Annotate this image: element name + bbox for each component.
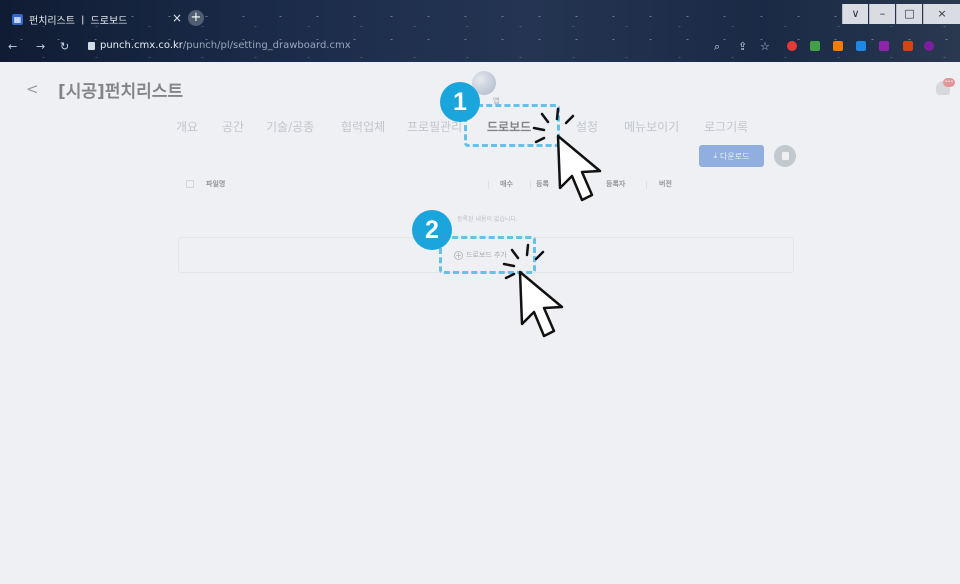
column-version: 버전 — [659, 180, 672, 188]
notification-bell-icon[interactable]: ••• — [934, 76, 956, 98]
address-bar[interactable]: punch.cmx.co.kr/punch/pl/setting_drawboa… — [100, 40, 351, 51]
table-header: 파일명 매수 등록 등록자 버전 — [178, 178, 793, 192]
reload-icon[interactable]: ↻ — [60, 40, 69, 53]
forward-nav-icon[interactable]: → — [36, 40, 45, 53]
extension-icon[interactable] — [879, 41, 889, 51]
tab-partner[interactable]: 협력업체 — [341, 118, 385, 135]
trash-icon — [781, 152, 789, 160]
extension-icon[interactable] — [856, 41, 866, 51]
bookmark-star-icon[interactable]: ☆ — [760, 40, 770, 53]
extension-icon[interactable] — [810, 41, 820, 51]
back-button[interactable]: < — [26, 80, 39, 98]
url-path: /punch/pl/setting_drawboard.cmx — [182, 40, 351, 51]
tab-close-icon[interactable]: × — [172, 11, 182, 25]
tab-trade[interactable]: 기술/공종 — [266, 118, 314, 135]
favicon-icon: ▦ — [12, 13, 23, 25]
maximize-button[interactable]: □ — [896, 4, 922, 24]
lock-icon — [88, 42, 95, 50]
notification-badge: ••• — [943, 78, 955, 87]
delete-button[interactable] — [774, 145, 796, 167]
select-all-checkbox[interactable] — [186, 180, 194, 188]
extension-icon[interactable] — [903, 41, 913, 51]
tab-space[interactable]: 공간 — [222, 118, 244, 135]
tab-search-button[interactable]: ∨ — [842, 4, 868, 24]
column-divider — [488, 181, 489, 189]
download-icon: ⤓ — [713, 151, 718, 160]
url-host: punch.cmx.co.kr — [100, 40, 183, 51]
column-count: 매수 — [500, 180, 513, 188]
click-cursor-icon — [502, 243, 564, 338]
extension-icon[interactable] — [787, 41, 797, 51]
click-cursor-icon — [532, 107, 602, 202]
profile-icon[interactable] — [924, 41, 934, 51]
column-divider — [646, 181, 647, 189]
minimize-button[interactable]: – — [869, 4, 895, 24]
browser-chrome: ▦ 펀치리스트 ㅣ 드로보드 × + ∨ – □ × ← → ↻ punch.c… — [0, 0, 960, 62]
back-nav-icon[interactable]: ← — [8, 40, 17, 53]
browser-tab[interactable]: ▦ 펀치리스트 ㅣ 드로보드 × — [8, 8, 194, 30]
share-icon[interactable]: ⇪ — [738, 40, 747, 53]
tab-title: 펀치리스트 ㅣ 드로보드 — [29, 15, 128, 27]
step-badge-2: 2 — [412, 210, 452, 250]
column-filename: 파일명 — [206, 180, 226, 188]
tab-menu-visibility[interactable]: 메뉴보이기 — [624, 118, 679, 135]
page-title: [시공]펀치리스트 — [58, 82, 184, 102]
zoom-icon[interactable]: ⌕ — [714, 40, 720, 54]
extension-icon[interactable] — [833, 41, 843, 51]
tab-log[interactable]: 로그기록 — [704, 118, 748, 135]
tab-overview[interactable]: 개요 — [176, 118, 198, 135]
download-button[interactable]: ⤓ 다운로드 — [699, 145, 764, 167]
new-tab-button[interactable]: + — [188, 10, 204, 26]
close-window-button[interactable]: × — [923, 4, 960, 24]
step-badge-1: 1 — [440, 82, 480, 122]
download-label: 다운로드 — [720, 151, 750, 161]
empty-message: 등록된 내용이 없습니다. — [457, 216, 518, 223]
